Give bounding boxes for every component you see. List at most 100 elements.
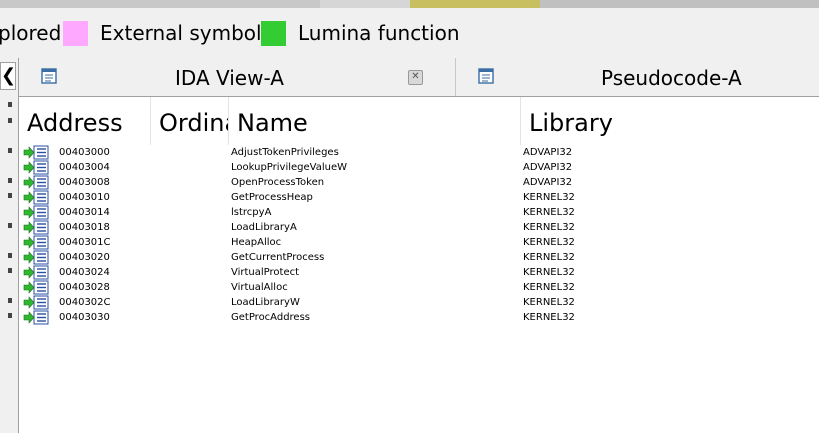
column-header-name[interactable]: Name [229, 97, 521, 145]
table-row[interactable]: 00403018 LoadLibraryA KERNEL32 [19, 220, 819, 235]
cell-address: 00403004 [59, 162, 110, 173]
close-icon[interactable]: ✕ [408, 70, 423, 85]
table-row[interactable]: 00403024 VirtualProtect KERNEL32 [19, 265, 819, 280]
tree-marker [8, 223, 12, 228]
cell-library: KERNEL32 [523, 237, 575, 248]
column-header-library[interactable]: Library [521, 97, 819, 145]
cell-name: GetCurrentProcess [231, 252, 325, 263]
cell-name: OpenProcessToken [231, 177, 325, 188]
import-entry-icon [23, 160, 49, 175]
table-header: Address Ordinal Name Library [19, 97, 819, 145]
column-header-ordinal[interactable]: Ordinal [151, 97, 229, 145]
nav-band-segment [0, 0, 320, 8]
ida-window-icon [41, 68, 57, 84]
cell-library: KERNEL32 [523, 297, 575, 308]
tree-marker [8, 118, 12, 123]
chevron-left-icon[interactable]: ❮ [0, 62, 16, 90]
cell-name: GetProcessHeap [231, 192, 313, 203]
cell-name: HeapAlloc [231, 237, 282, 248]
cell-library: KERNEL32 [523, 207, 575, 218]
legend-item-external-symbol: External symbol [63, 20, 262, 46]
import-entry-icon [23, 235, 49, 250]
cell-address: 0040302C [59, 297, 111, 308]
legend-swatch [261, 20, 286, 46]
table-row[interactable]: 0040302C LoadLibraryW KERNEL32 [19, 295, 819, 310]
tree-marker [8, 102, 12, 107]
tree-marker [8, 148, 12, 153]
table-row[interactable]: 00403008 OpenProcessToken ADVAPI32 [19, 175, 819, 190]
tab-ida-view-a[interactable]: IDA View-A ✕ [19, 58, 456, 96]
cell-address: 0040301C [59, 237, 111, 248]
import-entry-icon [23, 310, 49, 325]
cell-name: LoadLibraryA [231, 222, 297, 233]
tab-label: Pseudocode-A [601, 66, 742, 90]
cell-name: AdjustTokenPrivileges [231, 147, 339, 158]
cell-name: LookupPrivilegeValueW [231, 162, 348, 173]
cell-library: ADVAPI32 [523, 147, 573, 158]
cell-address: 00403028 [59, 282, 110, 293]
table-row[interactable]: 00403014 lstrcpyA KERNEL32 [19, 205, 819, 220]
tree-marker [8, 253, 12, 258]
cell-address: 00403030 [59, 312, 110, 323]
table-row[interactable]: 00403000 AdjustTokenPrivileges ADVAPI32 [19, 145, 819, 160]
cell-library: KERNEL32 [523, 267, 575, 278]
cell-library: ADVAPI32 [523, 177, 573, 188]
cell-address: 00403014 [59, 207, 110, 218]
column-header-address[interactable]: Address [19, 97, 151, 145]
cell-name: lstrcpyA [231, 207, 272, 218]
import-entry-icon [23, 175, 49, 190]
cell-library: KERNEL32 [523, 312, 575, 323]
nav-band-segment [320, 0, 410, 8]
legend-item-lumina-function: Lumina function [261, 20, 460, 46]
import-entry-icon [23, 265, 49, 280]
table-row[interactable]: 0040301C HeapAlloc KERNEL32 [19, 235, 819, 250]
table-row[interactable]: 00403020 GetCurrentProcess KERNEL32 [19, 250, 819, 265]
legend-label: Lumina function [298, 21, 460, 45]
table-row[interactable]: 00403004 LookupPrivilegeValueW ADVAPI32 [19, 160, 819, 175]
import-entry-icon [23, 280, 49, 295]
cell-library: KERNEL32 [523, 282, 575, 293]
left-panel: ❮ [0, 58, 19, 433]
table-row[interactable]: 00403030 GetProcAddress KERNEL32 [19, 310, 819, 325]
nav-band-segment [540, 0, 819, 8]
nav-band-segment [410, 0, 540, 8]
import-entry-icon [23, 250, 49, 265]
legend-label: External symbol [100, 21, 262, 45]
cell-address: 00403020 [59, 252, 110, 263]
ida-window-icon [478, 68, 494, 84]
navigation-band[interactable] [0, 0, 819, 8]
import-entry-icon [23, 295, 49, 310]
color-legend: plored External symbol Lumina function [0, 8, 819, 58]
cell-library: KERNEL32 [523, 252, 575, 263]
cell-library: KERNEL32 [523, 222, 575, 233]
tree-marker [8, 298, 12, 303]
tree-marker [8, 178, 12, 183]
import-entry-icon [23, 220, 49, 235]
tab-label: IDA View-A [175, 66, 284, 90]
legend-label: plored [0, 21, 62, 45]
cell-address: 00403010 [59, 192, 110, 203]
cell-address: 00403008 [59, 177, 110, 188]
tree-marker [8, 268, 12, 273]
import-entry-icon [23, 205, 49, 220]
cell-library: ADVAPI32 [523, 162, 573, 173]
cell-name: VirtualProtect [231, 267, 300, 278]
cell-name: LoadLibraryW [231, 297, 300, 308]
legend-item-unexplored: plored [0, 20, 61, 46]
import-entry-icon [23, 145, 49, 160]
cell-library: KERNEL32 [523, 192, 575, 203]
cell-address: 00403000 [59, 147, 110, 158]
table-row[interactable]: 00403010 GetProcessHeap KERNEL32 [19, 190, 819, 205]
tree-marker [8, 313, 12, 318]
table-row[interactable]: 00403028 VirtualAlloc KERNEL32 [19, 280, 819, 295]
import-entry-icon [23, 190, 49, 205]
tab-pseudocode-a[interactable]: Pseudocode-A [456, 58, 819, 96]
cell-name: VirtualAlloc [231, 282, 288, 293]
imports-table: Address Ordinal Name Library 00403000 Ad… [19, 97, 819, 433]
legend-swatch [63, 20, 88, 46]
cell-address: 00403024 [59, 267, 110, 278]
cell-name: GetProcAddress [231, 312, 311, 323]
tree-marker [8, 193, 12, 198]
tab-bar: IDA View-A ✕ Pseudocode-A [19, 58, 819, 97]
cell-address: 00403018 [59, 222, 110, 233]
